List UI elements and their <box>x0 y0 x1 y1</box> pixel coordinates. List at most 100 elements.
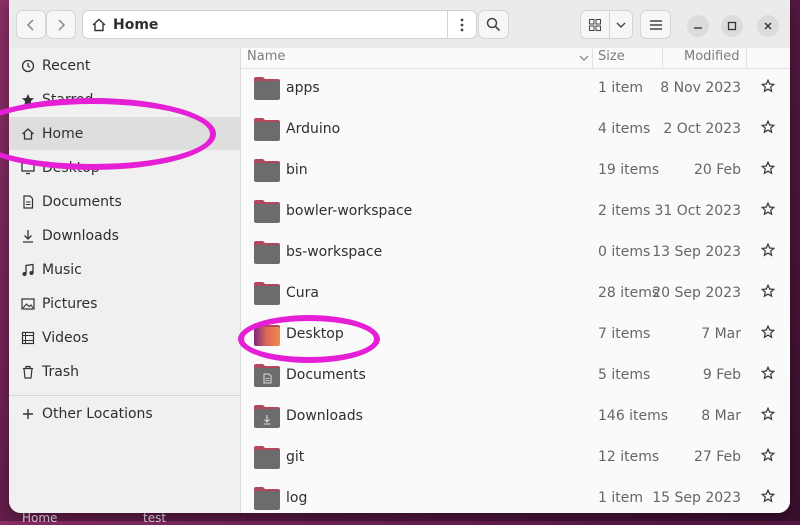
folder-icon <box>254 405 280 428</box>
sidebar-item-downloads[interactable]: Downloads <box>9 219 240 252</box>
sidebar-item-home[interactable]: Home <box>9 117 240 150</box>
desktop-label-home[interactable]: Home <box>22 511 57 525</box>
file-modified: 27 Feb <box>693 449 741 465</box>
view-options-button[interactable] <box>609 10 633 39</box>
sidebar-item-label: Recent <box>42 57 91 74</box>
back-button[interactable] <box>16 10 46 39</box>
search-button[interactable] <box>478 10 509 39</box>
column-name[interactable]: Name <box>247 49 285 64</box>
folder-icon <box>254 282 280 305</box>
folder-icon <box>254 118 280 141</box>
table-row[interactable]: Desktop 7 items 7 Mar <box>241 314 790 355</box>
file-modified: 20 Feb <box>693 162 741 178</box>
sidebar-item-pictures[interactable]: Pictures <box>9 287 240 320</box>
maximize-icon <box>727 21 737 31</box>
picture-icon <box>21 297 35 311</box>
file-name: Downloads <box>286 408 363 424</box>
forward-button[interactable] <box>46 10 76 39</box>
file-name: Documents <box>286 367 366 383</box>
grid-view-icon <box>589 18 601 31</box>
star-icon[interactable] <box>761 120 775 134</box>
view-toggle-button[interactable] <box>580 10 610 39</box>
star-icon[interactable] <box>761 489 775 503</box>
sidebar-item-videos[interactable]: Videos <box>9 321 240 354</box>
chevron-left-icon <box>26 18 34 31</box>
table-row[interactable]: bin 19 items 20 Feb <box>241 150 790 191</box>
header-bar: Home <box>9 0 790 49</box>
sidebar-item-label: Documents <box>42 193 122 210</box>
table-row[interactable]: Documents 5 items 9 Feb <box>241 355 790 396</box>
maximize-button[interactable] <box>721 15 743 37</box>
table-row[interactable]: log 1 item 15 Sep 2023 <box>241 478 790 513</box>
path-bar[interactable]: Home <box>82 10 477 39</box>
trash-icon <box>21 365 35 379</box>
file-modified: 9 Feb <box>702 367 741 383</box>
file-modified: 2 Oct 2023 <box>663 121 741 137</box>
sidebar-item-label: Home <box>42 125 84 142</box>
folder-icon <box>254 77 280 100</box>
file-name: git <box>286 449 305 465</box>
close-button[interactable] <box>757 15 779 37</box>
file-name: Desktop <box>286 326 344 342</box>
sidebar-item-label: Desktop <box>42 159 100 176</box>
desktop-folder-icon <box>254 323 280 346</box>
star-icon[interactable] <box>761 243 775 257</box>
sidebar-divider <box>9 395 240 396</box>
clock-icon <box>21 59 35 73</box>
file-modified: 31 Oct 2023 <box>654 203 741 219</box>
sidebar-item-documents[interactable]: Documents <box>9 185 240 218</box>
path-title[interactable]: Home <box>113 17 158 33</box>
sidebar-item-label: Downloads <box>42 227 119 244</box>
star-icon[interactable] <box>761 448 775 462</box>
file-name: bowler-workspace <box>286 203 413 219</box>
sidebar-item-recent[interactable]: Recent <box>9 49 240 82</box>
star-icon[interactable] <box>761 325 775 339</box>
folder-icon <box>254 159 280 182</box>
table-row[interactable]: bowler-workspace 2 items 31 Oct 2023 <box>241 191 790 232</box>
star-icon[interactable] <box>761 161 775 175</box>
download-icon <box>21 229 35 243</box>
path-menu-button[interactable] <box>447 11 476 38</box>
file-size: 28 items <box>598 285 660 301</box>
table-row[interactable]: apps 1 item 8 Nov 2023 <box>241 68 790 109</box>
file-size: 0 items <box>598 244 651 260</box>
minimize-icon <box>694 27 702 29</box>
sidebar-item-label: Starred <box>42 91 94 108</box>
star-icon[interactable] <box>761 79 775 93</box>
file-name: Arduino <box>286 121 341 137</box>
home-icon <box>21 127 35 141</box>
kebab-icon <box>460 18 464 31</box>
column-modified[interactable]: Modified <box>684 49 739 64</box>
table-row[interactable]: bs-workspace 0 items 13 Sep 2023 <box>241 232 790 273</box>
video-icon <box>21 331 35 345</box>
sidebar-item-trash[interactable]: Trash <box>9 355 240 388</box>
file-size: 4 items <box>598 121 651 137</box>
main-menu-button[interactable] <box>640 10 671 39</box>
table-row[interactable]: Downloads 146 items 8 Mar <box>241 396 790 437</box>
star-icon[interactable] <box>761 202 775 216</box>
file-modified: 8 Mar <box>701 408 741 424</box>
minimize-button[interactable] <box>687 15 709 37</box>
sidebar-item-desktop[interactable]: Desktop <box>9 151 240 184</box>
star-icon[interactable] <box>761 284 775 298</box>
chevron-right-icon <box>58 18 66 31</box>
sidebar-item-other-locations[interactable]: Other Locations <box>9 397 240 430</box>
sidebar-item-label: Music <box>42 261 82 278</box>
file-size: 146 items <box>598 408 669 424</box>
star-icon[interactable] <box>761 366 775 380</box>
file-modified: 7 Mar <box>701 326 741 342</box>
file-list: Name Size Modified apps 1 item 8 Nov 2023 A… <box>241 48 790 513</box>
column-size[interactable]: Size <box>598 49 625 64</box>
sidebar-item-music[interactable]: Music <box>9 253 240 286</box>
file-modified: 15 Sep 2023 <box>652 490 741 506</box>
table-row[interactable]: git 12 items 27 Feb <box>241 437 790 478</box>
star-icon[interactable] <box>761 407 775 421</box>
desktop-label-test[interactable]: test <box>143 511 166 525</box>
sidebar-item-starred[interactable]: Starred <box>9 83 240 116</box>
table-row[interactable]: Cura 28 items 20 Sep 2023 <box>241 273 790 314</box>
table-row[interactable]: Arduino 4 items 2 Oct 2023 <box>241 109 790 150</box>
column-divider <box>592 48 593 68</box>
sidebar-item-label: Videos <box>42 329 89 346</box>
plus-icon <box>21 407 35 421</box>
sort-chevron-icon[interactable] <box>579 54 589 62</box>
